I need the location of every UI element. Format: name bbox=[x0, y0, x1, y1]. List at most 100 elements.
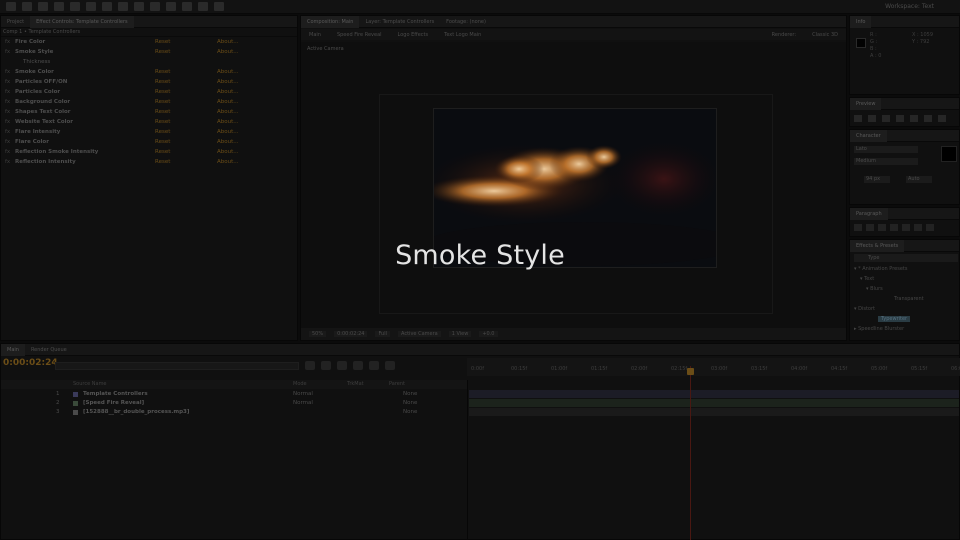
tab-preview[interactable]: Preview bbox=[850, 97, 882, 110]
effect-about-link[interactable]: About... bbox=[217, 147, 239, 157]
subtab-speed-fire[interactable]: Speed Fire Reveal bbox=[329, 32, 390, 38]
tree-item-transparent[interactable]: Transparent bbox=[894, 296, 924, 302]
effect-row[interactable]: fx Flare Intensity Reset About... bbox=[1, 127, 297, 137]
hand-tool-icon[interactable] bbox=[22, 2, 32, 11]
home-icon[interactable] bbox=[6, 2, 16, 11]
renderer-value[interactable]: Classic 3D bbox=[804, 32, 846, 38]
effect-reset-link[interactable]: Reset bbox=[155, 137, 170, 147]
effect-row[interactable]: fx Website Text Color Reset About... bbox=[1, 117, 297, 127]
effect-row[interactable]: fx Reflection Smoke Intensity Reset About..… bbox=[1, 147, 297, 157]
effect-reset-link[interactable]: Reset bbox=[155, 47, 170, 57]
tab-paragraph[interactable]: Paragraph bbox=[850, 207, 888, 220]
effect-reset-link[interactable]: Reset bbox=[155, 67, 170, 77]
rotate-tool-icon[interactable] bbox=[54, 2, 64, 11]
pan-behind-icon[interactable] bbox=[86, 2, 96, 11]
effect-row[interactable]: fx Particles OFF/ON Reset About... bbox=[1, 77, 297, 87]
effect-reset-link[interactable]: Reset bbox=[155, 147, 170, 157]
fx-toggle-icon[interactable]: fx bbox=[5, 147, 10, 157]
effect-about-link[interactable]: About... bbox=[217, 87, 239, 97]
hide-shy-icon[interactable] bbox=[337, 361, 347, 370]
subtab-text-logo[interactable]: Text Logo Main bbox=[436, 32, 489, 38]
layer-name[interactable]: Template Controllers bbox=[83, 390, 148, 399]
layer-mode-select[interactable]: Normal bbox=[293, 399, 313, 408]
audio-icon[interactable] bbox=[924, 115, 932, 122]
timeline-timecode[interactable]: 0:00:02:24 bbox=[3, 358, 58, 368]
effect-about-link[interactable]: About... bbox=[217, 107, 239, 117]
effect-reset-link[interactable]: Reset bbox=[155, 87, 170, 97]
layer-label-color[interactable] bbox=[73, 410, 78, 415]
fx-toggle-icon[interactable]: fx bbox=[5, 137, 10, 147]
justify-all-icon[interactable] bbox=[926, 224, 934, 231]
tree-item-typewriter[interactable]: Typewriter bbox=[878, 316, 911, 322]
track-bar-layer-1[interactable] bbox=[469, 390, 959, 398]
current-time[interactable]: 0:00:02:24 bbox=[334, 331, 368, 337]
fx-toggle-icon[interactable]: fx bbox=[5, 37, 10, 47]
effect-row[interactable]: fx Particles Color Reset About... bbox=[1, 87, 297, 97]
playhead-handle[interactable] bbox=[687, 368, 694, 375]
effect-about-link[interactable]: About... bbox=[217, 117, 239, 127]
comp-mini-flowchart-icon[interactable] bbox=[305, 361, 315, 370]
layer-number[interactable]: 1 bbox=[56, 390, 60, 399]
effect-reset-link[interactable]: Reset bbox=[155, 127, 170, 137]
clone-tool-icon[interactable] bbox=[166, 2, 176, 11]
effect-row[interactable]: fx Smoke Color Reset About... bbox=[1, 67, 297, 77]
layer-name[interactable]: [152888__br_double_process.mp3] bbox=[83, 408, 189, 417]
align-center-icon[interactable] bbox=[866, 224, 874, 231]
graph-editor-icon[interactable] bbox=[385, 361, 395, 370]
roto-brush-icon[interactable] bbox=[198, 2, 208, 11]
rectangle-tool-icon[interactable] bbox=[102, 2, 112, 11]
playhead-line[interactable] bbox=[690, 366, 691, 540]
fx-toggle-icon[interactable]: fx bbox=[5, 127, 10, 137]
effect-about-link[interactable]: About... bbox=[217, 97, 239, 107]
effect-row[interactable]: fx Smoke Style Reset About... bbox=[1, 47, 297, 57]
col-source-name[interactable]: Source Name bbox=[73, 380, 107, 389]
effect-row[interactable]: fx Flare Color Reset About... bbox=[1, 137, 297, 147]
layer-name[interactable]: [Speed Fire Reveal] bbox=[83, 399, 144, 408]
draft-3d-icon[interactable] bbox=[321, 361, 331, 370]
exposure-value[interactable]: +0.0 bbox=[479, 331, 498, 337]
last-frame-icon[interactable] bbox=[910, 115, 918, 122]
leading-field[interactable]: Auto bbox=[906, 176, 932, 183]
align-right-icon[interactable] bbox=[878, 224, 886, 231]
view-layout-select[interactable]: 1 View bbox=[448, 331, 472, 337]
effect-row[interactable]: fx Background Color Reset About... bbox=[1, 97, 297, 107]
camera-select[interactable]: Active Camera bbox=[398, 331, 441, 337]
effect-reset-link[interactable]: Reset bbox=[155, 117, 170, 127]
subtab-logo-effects[interactable]: Logo Effects bbox=[390, 32, 437, 38]
fx-toggle-icon[interactable]: fx bbox=[5, 47, 10, 57]
layer-parent-select[interactable]: None bbox=[403, 408, 417, 417]
layer-parent-select[interactable]: None bbox=[403, 399, 417, 408]
next-frame-icon[interactable] bbox=[896, 115, 904, 122]
effect-about-link[interactable]: About... bbox=[217, 137, 239, 147]
composition-viewer[interactable]: Active Camera bbox=[301, 42, 846, 338]
workspace-selector[interactable]: Workspace: Text bbox=[885, 3, 934, 10]
effect-about-link[interactable]: About... bbox=[217, 77, 239, 87]
type-tool-icon[interactable] bbox=[134, 2, 144, 11]
camera-tool-icon[interactable] bbox=[70, 2, 80, 11]
frame-blending-icon[interactable] bbox=[353, 361, 363, 370]
layer-label-color[interactable] bbox=[73, 401, 78, 406]
effect-row[interactable]: fx Reflection Intensity Reset About... bbox=[1, 157, 297, 167]
tab-info[interactable]: Info bbox=[850, 15, 872, 28]
zoom-tool-icon[interactable] bbox=[38, 2, 48, 11]
tab-character[interactable]: Character bbox=[850, 129, 887, 142]
first-frame-icon[interactable] bbox=[854, 115, 862, 122]
pen-tool-icon[interactable] bbox=[118, 2, 128, 11]
motion-blur-icon[interactable] bbox=[369, 361, 379, 370]
fx-toggle-icon[interactable]: fx bbox=[5, 157, 10, 167]
subtab-main[interactable]: Main bbox=[301, 32, 329, 38]
tree-item-keying[interactable]: ▸ Speedline Blurster bbox=[854, 326, 904, 332]
justify-right-icon[interactable] bbox=[914, 224, 922, 231]
fx-toggle-icon[interactable]: fx bbox=[5, 107, 10, 117]
tab-layer[interactable]: Layer: Template Controllers bbox=[359, 16, 440, 28]
font-style-select[interactable]: Medium bbox=[854, 158, 918, 165]
tree-item-distort[interactable]: ▾ Distort bbox=[854, 306, 875, 312]
layer-mode-select[interactable]: Normal bbox=[293, 390, 313, 399]
layer-row[interactable]: 2 [Speed Fire Reveal] Normal None bbox=[1, 399, 467, 408]
tree-item-text[interactable]: ▾ Text bbox=[860, 276, 874, 282]
fx-toggle-icon[interactable]: fx bbox=[5, 77, 10, 87]
effect-reset-link[interactable]: Reset bbox=[155, 97, 170, 107]
tab-timeline-main[interactable]: Main bbox=[1, 343, 25, 356]
effect-about-link[interactable]: About... bbox=[217, 37, 239, 47]
effect-about-link[interactable]: About... bbox=[217, 157, 239, 167]
